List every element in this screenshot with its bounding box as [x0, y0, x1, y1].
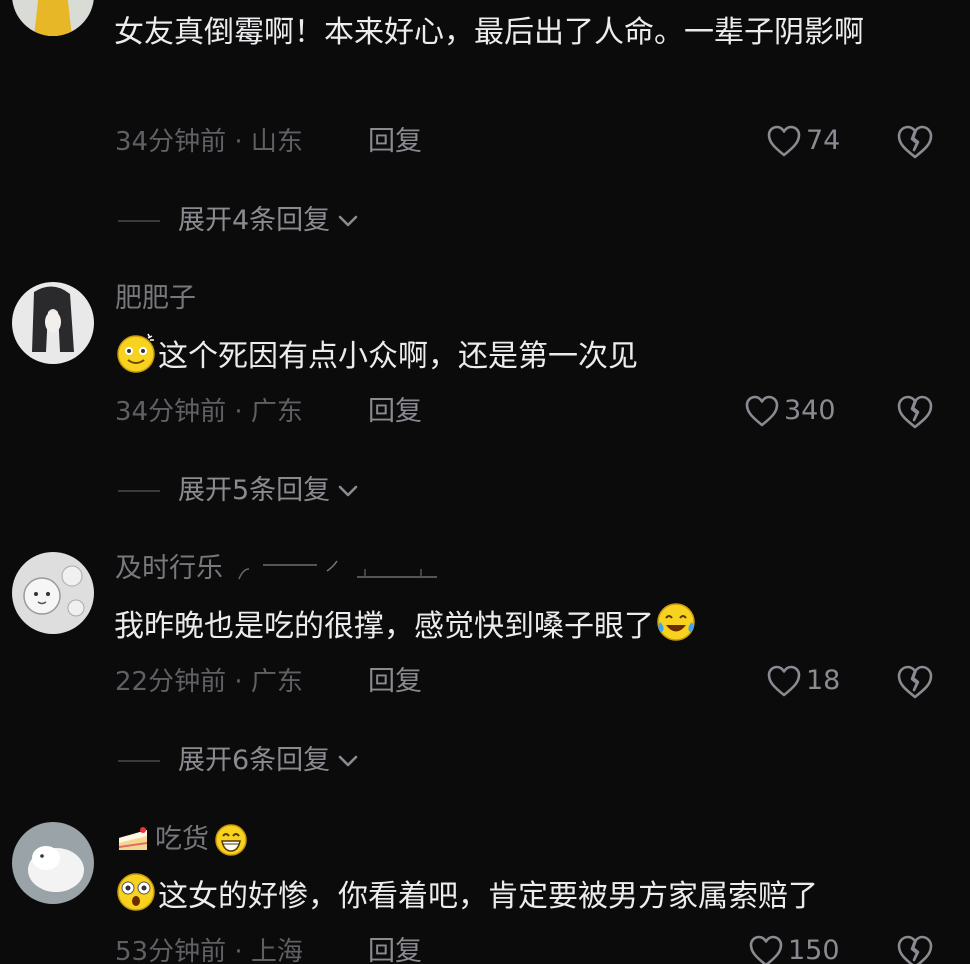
heart-icon [745, 395, 779, 427]
cake-icon [119, 827, 147, 850]
divider-line [118, 220, 160, 222]
like-count: 150 [788, 935, 840, 964]
comment-location: 上海 [250, 937, 303, 964]
avatar-white-fluffy-icon [12, 822, 94, 904]
comment-location: 广东 [250, 397, 303, 427]
comment-meta: 34分钟前 · 广东 [115, 396, 303, 428]
comment-content: 我昨晚也是吃的很撑，感觉快到嗓子眼了 [114, 598, 944, 655]
broken-heart-icon [897, 125, 933, 159]
broken-heart-icon [897, 665, 933, 699]
chevron-down-icon [338, 215, 358, 227]
avatar-sheep-cartoon-icon [12, 552, 94, 634]
like-button[interactable]: 18 [766, 664, 840, 698]
expand-replies-button[interactable]: 展开6条回复 [118, 745, 360, 777]
comment-meta: 22分钟前 · 广东 [115, 666, 303, 698]
dislike-button[interactable] [896, 934, 934, 964]
comment-list: 女友真倒霉啊！本来好心，最后出了人命。一辈子阴影啊 34分钟前 · 山东 回复 … [0, 0, 970, 964]
comment-content: 这女的好惨，你看着吧，肯定要被男方家属索赔了 [114, 868, 944, 925]
username-text: 及时行乐 [115, 553, 223, 584]
heart-icon [749, 935, 783, 964]
expand-replies-button[interactable]: 展开4条回复 [118, 205, 360, 237]
like-button[interactable]: 74 [766, 124, 840, 158]
comment-username[interactable]: 吃货 [115, 822, 249, 858]
like-count: 18 [806, 665, 841, 696]
heart-icon [767, 125, 801, 157]
chevron-down-icon [338, 755, 358, 767]
divider-line [118, 490, 160, 492]
comment-username[interactable]: 肥肥子 [115, 282, 196, 316]
comment-username[interactable]: 及时行乐 [115, 552, 437, 586]
comment-text: 这女的好惨，你看着吧，肯定要被男方家属索赔了 [158, 879, 818, 914]
comment-time: 53分钟前 [115, 937, 227, 964]
username-text: 吃货 [155, 824, 209, 855]
reply-button[interactable]: 回复 [368, 666, 422, 698]
meta-separator: · [226, 937, 251, 964]
grin-emoji-icon [215, 824, 247, 856]
comment-text: 我昨晚也是吃的很撑，感觉快到嗓子眼了 [114, 609, 654, 644]
meta-separator: · [226, 667, 251, 697]
avatar[interactable] [12, 822, 94, 904]
like-button[interactable]: 150 [748, 934, 840, 964]
broken-heart-icon [897, 935, 933, 964]
comment-content: 女友真倒霉啊！本来好心，最后出了人命。一辈子阴影啊 [114, 4, 944, 61]
comment-time: 34分钟前 [115, 397, 227, 427]
reply-button[interactable]: 回复 [368, 936, 422, 964]
comment-text: 这个死因有点小众啊，还是第一次见 [158, 339, 638, 374]
meta-separator: · [226, 127, 251, 157]
meta-separator: · [226, 397, 251, 427]
username-text: 肥肥子 [115, 283, 196, 314]
comment-time: 34分钟前 [115, 127, 227, 157]
comment-time: 22分钟前 [115, 667, 227, 697]
avatar-yellow-dress-icon [12, 0, 94, 36]
avatar[interactable] [12, 0, 94, 36]
username-decoration-icon [238, 560, 437, 580]
comment-location: 山东 [250, 127, 303, 157]
like-count: 74 [806, 125, 841, 156]
chevron-down-icon [338, 485, 358, 497]
divider-line [118, 760, 160, 762]
expand-replies-label: 展开4条回复 [178, 205, 331, 236]
dizzy-smile-emoji-icon [117, 333, 155, 373]
avatar-girl-dark-hair-icon [12, 282, 94, 364]
shocked-emoji-icon [117, 873, 155, 911]
comment-meta: 53分钟前 · 上海 [115, 936, 303, 964]
comment-text: 女友真倒霉啊！本来好心，最后出了人命。一辈子阴影啊 [114, 15, 864, 50]
comment-meta: 34分钟前 · 山东 [115, 126, 303, 158]
dislike-button[interactable] [896, 124, 934, 160]
broken-heart-icon [897, 395, 933, 429]
tears-of-joy-emoji-icon [657, 603, 695, 641]
expand-replies-label: 展开6条回复 [178, 745, 331, 776]
reply-button[interactable]: 回复 [368, 396, 422, 428]
avatar[interactable] [12, 552, 94, 634]
dislike-button[interactable] [896, 664, 934, 700]
expand-replies-label: 展开5条回复 [178, 475, 331, 506]
like-button[interactable]: 340 [744, 394, 836, 428]
comment-location: 广东 [250, 667, 303, 697]
like-count: 340 [784, 395, 836, 426]
heart-icon [767, 665, 801, 697]
avatar[interactable] [12, 282, 94, 364]
expand-replies-button[interactable]: 展开5条回复 [118, 475, 360, 507]
reply-button[interactable]: 回复 [368, 126, 422, 158]
dislike-button[interactable] [896, 394, 934, 430]
comment-content: 这个死因有点小众啊，还是第一次见 [114, 328, 944, 385]
